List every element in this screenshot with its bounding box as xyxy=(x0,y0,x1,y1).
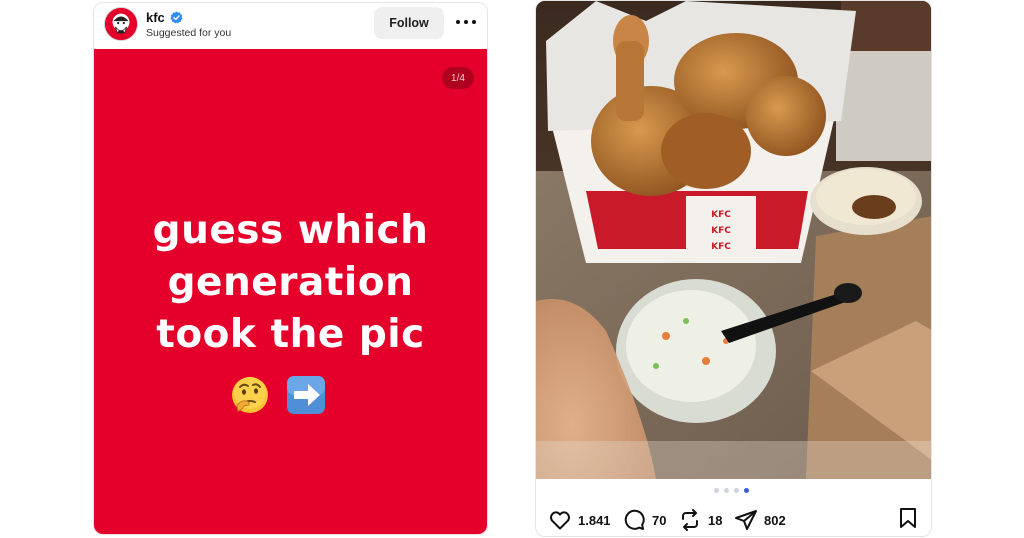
share-action[interactable]: 802 xyxy=(734,506,786,534)
svg-text:KFC: KFC xyxy=(711,210,731,220)
carousel-indicator xyxy=(714,488,749,493)
carousel-dot[interactable] xyxy=(724,488,729,493)
comment-icon xyxy=(624,509,645,530)
caption-line: generation xyxy=(167,260,414,305)
carousel-dot[interactable] xyxy=(734,488,739,493)
post-header: kfc Suggested for you Follow xyxy=(94,3,487,49)
like-count: 1.841 xyxy=(578,512,611,528)
carousel-dot[interactable] xyxy=(714,488,719,493)
bookmark-icon[interactable] xyxy=(896,506,920,530)
carousel-dot-active[interactable] xyxy=(744,488,749,493)
heart-icon xyxy=(550,511,570,530)
screenshot-canvas: kfc Suggested for you Follow 1/4 guess w… xyxy=(0,0,1024,538)
post-photo[interactable]: KFC KFC KFC xyxy=(536,1,931,479)
comment-count: 70 xyxy=(652,512,667,528)
post-actions: 1.841 70 18 802 xyxy=(536,506,931,534)
suggested-label: Suggested for you xyxy=(146,27,232,39)
caption-line: guess which xyxy=(152,208,429,253)
kfc-post-card: kfc Suggested for you Follow 1/4 guess w… xyxy=(93,2,488,535)
repost-icon xyxy=(682,509,698,531)
svg-text:KFC: KFC xyxy=(711,226,731,236)
repost-action[interactable]: 18 xyxy=(678,506,722,534)
like-action[interactable]: 1.841 xyxy=(548,506,611,534)
slide-caption: guess which generation took the pic xyxy=(94,205,487,361)
comment-action[interactable]: 70 xyxy=(622,506,666,534)
username[interactable]: kfc xyxy=(146,10,165,25)
right-arrow-emoji xyxy=(287,376,325,414)
slide-counter: 1/4 xyxy=(442,67,474,89)
share-icon xyxy=(735,510,757,530)
svg-text:KFC: KFC xyxy=(711,242,731,252)
repost-count: 18 xyxy=(708,512,723,528)
follow-button[interactable]: Follow xyxy=(374,7,444,39)
kfc-avatar[interactable] xyxy=(104,7,138,41)
emoji-row xyxy=(229,374,327,416)
post-slide[interactable]: 1/4 guess which generation took the pic xyxy=(94,49,487,534)
caption-line: took the pic xyxy=(156,312,425,357)
photo-post-card: KFC KFC KFC 1.841 70 18 802 xyxy=(535,0,932,537)
thinking-face-emoji xyxy=(232,377,268,413)
share-count: 802 xyxy=(764,512,786,528)
more-options-icon[interactable] xyxy=(456,15,476,29)
verified-badge-icon xyxy=(170,11,183,24)
